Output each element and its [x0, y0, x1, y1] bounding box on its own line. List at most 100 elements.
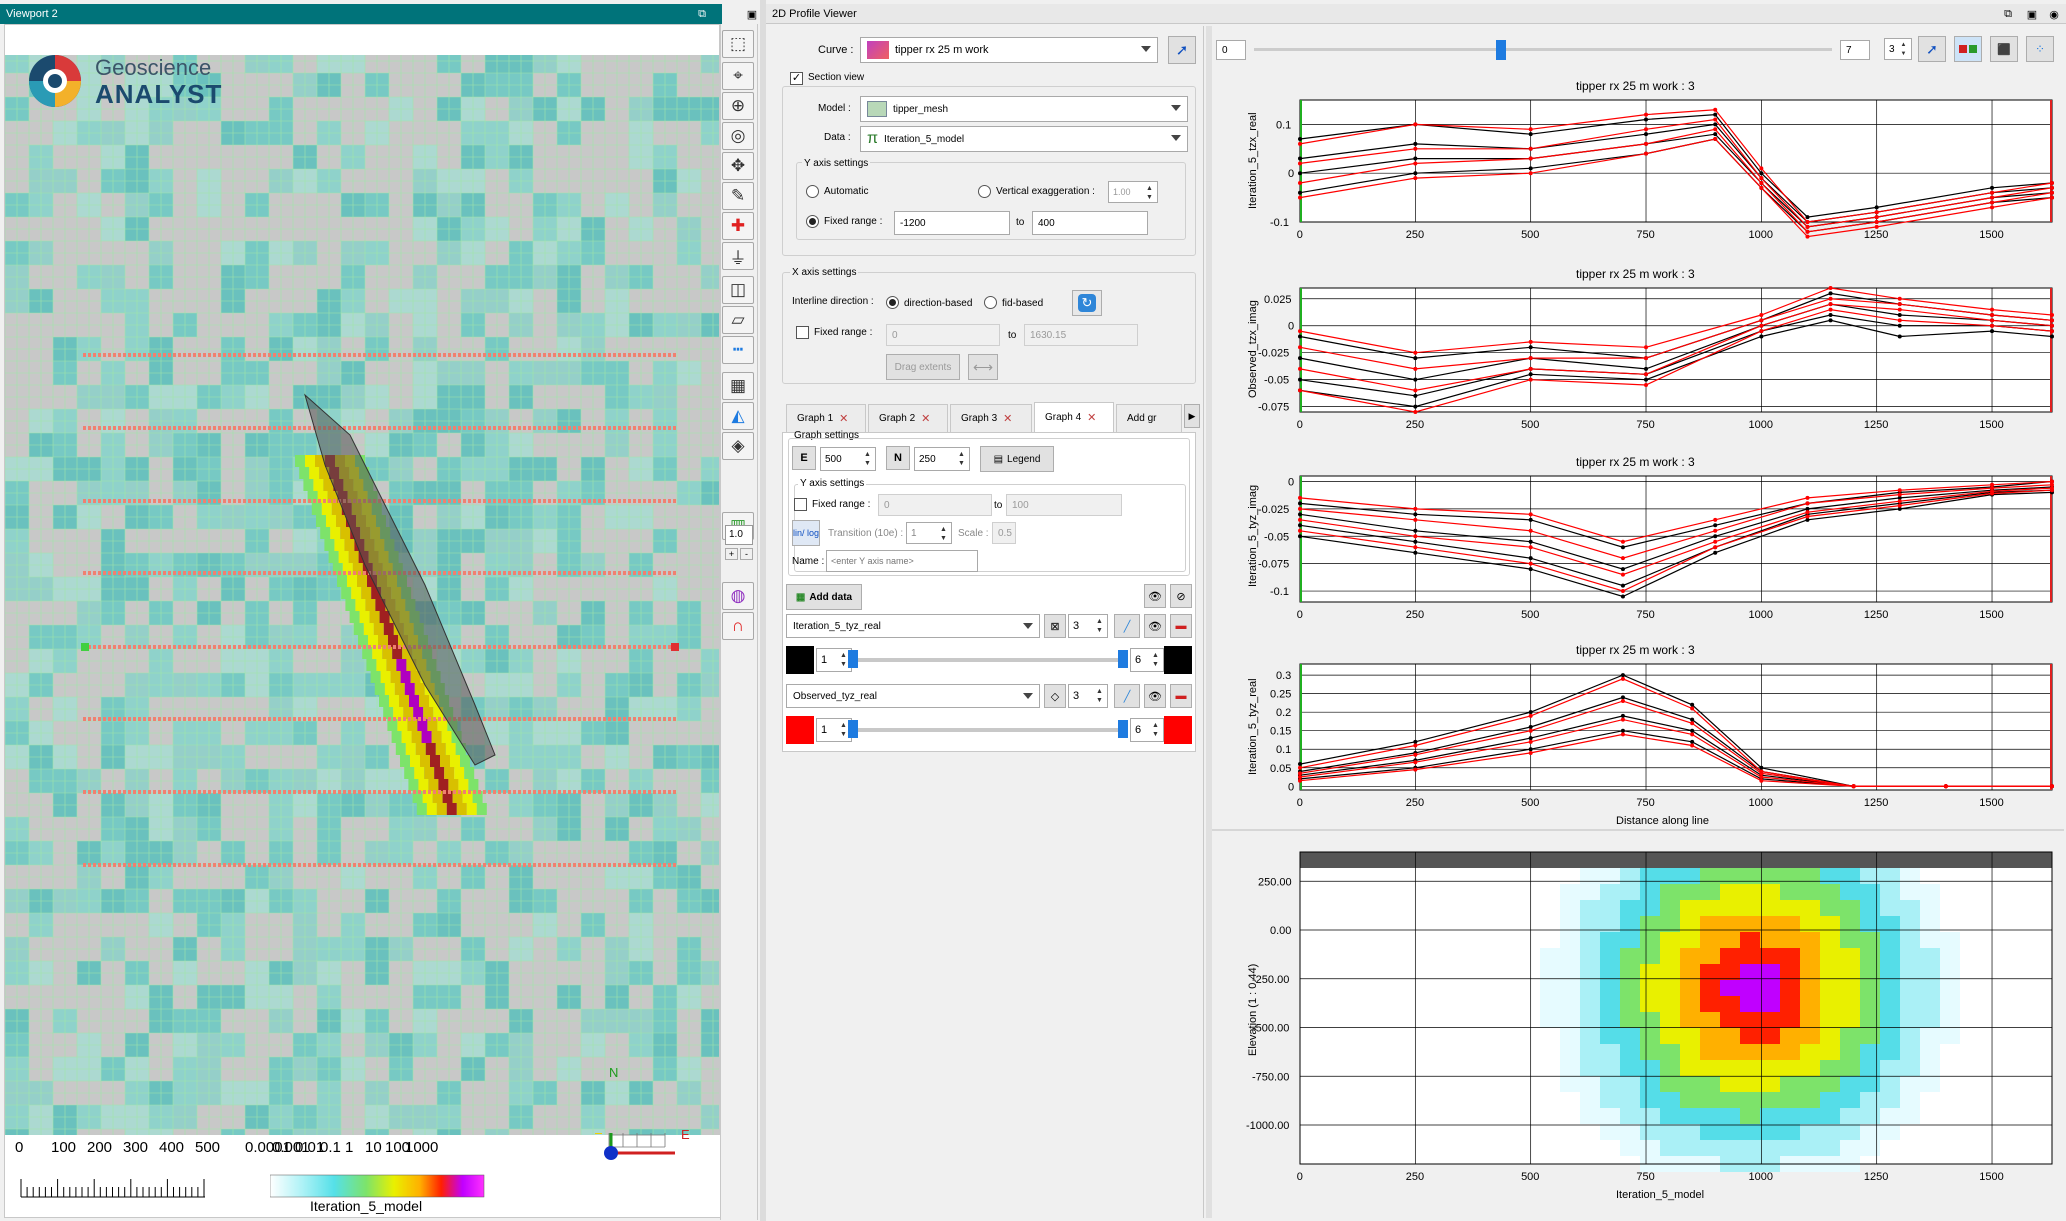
- pencil-button[interactable]: ✎: [722, 182, 754, 210]
- series2-max-color-swatch[interactable]: [1164, 716, 1192, 744]
- x-fixed-min[interactable]: 0: [886, 324, 1000, 346]
- tab-add-gr[interactable]: Add gr: [1116, 404, 1182, 432]
- map-viewport[interactable]: Geoscience ANALYST: [4, 24, 720, 1218]
- viewport-float-button[interactable]: ⧉: [694, 6, 710, 22]
- select-button[interactable]: ⬚: [722, 30, 754, 58]
- zoom-plus-button[interactable]: +: [725, 548, 738, 560]
- series2-select[interactable]: Observed_tyz_real: [786, 684, 1040, 708]
- line-start-marker[interactable]: [81, 643, 89, 651]
- series1-min-spin[interactable]: 1 ▲ ▼: [816, 648, 852, 672]
- curve-select[interactable]: tipper rx 25 m work: [860, 37, 1158, 63]
- series1-select[interactable]: Iteration_5_tyz_real: [786, 614, 1040, 638]
- profile-maximize-button[interactable]: ▣: [2024, 6, 2040, 22]
- series1-size-spin[interactable]: 3 ▲ ▼: [1068, 614, 1108, 638]
- map-canvas[interactable]: [5, 25, 720, 1218]
- tab-scroll-right-button[interactable]: ▶: [1184, 404, 1200, 428]
- series1-max-spin[interactable]: 6 ▲ ▼: [1130, 648, 1164, 672]
- fixed-range2-checkbox[interactable]: [794, 498, 807, 511]
- scatter-button[interactable]: ⁘: [2026, 36, 2054, 62]
- add-data-button[interactable]: ▦ Add data: [786, 584, 862, 610]
- x-fixed-max[interactable]: 1630.15: [1024, 324, 1138, 346]
- drag-extents-button[interactable]: Drag extents: [886, 354, 960, 380]
- fill-button[interactable]: ◈: [722, 432, 754, 460]
- y-axis-name-input[interactable]: [826, 550, 978, 572]
- zoom-minus-button[interactable]: -: [740, 548, 753, 560]
- series1-line-button[interactable]: ╱: [1114, 614, 1140, 638]
- n-spin[interactable]: 250 ▲ ▼: [914, 447, 970, 471]
- frame-slider-track[interactable]: [1254, 48, 1832, 51]
- series1-eye-icon[interactable]: 👁: [1144, 614, 1166, 638]
- tab-close-icon[interactable]: ✕: [921, 412, 930, 425]
- series2-slider-handle-min[interactable]: [848, 720, 858, 738]
- direction-based-radio[interactable]: [886, 296, 899, 309]
- chart-4[interactable]: tipper rx 25 m work : 3 0 250 500 750 1000 125…: [1247, 643, 2054, 827]
- spin-arrows-icon[interactable]: ▲ ▼: [938, 525, 949, 543]
- extents-arrows-button[interactable]: ⟷: [968, 354, 998, 380]
- tab-graph-2[interactable]: Graph 2 ✕: [868, 404, 948, 432]
- spin-arrows-icon[interactable]: ▲ ▼: [1144, 184, 1155, 202]
- line-end-marker[interactable]: [671, 643, 679, 651]
- spin-arrows-icon[interactable]: ▲ ▼: [1094, 687, 1105, 705]
- series2-max-spin[interactable]: 6 ▲ ▼: [1130, 718, 1164, 742]
- tab-close-icon[interactable]: ✕: [1003, 412, 1012, 425]
- snapshot-button[interactable]: ⬛: [1990, 36, 2018, 62]
- series2-slider-handle-max[interactable]: [1118, 720, 1128, 738]
- refresh-button[interactable]: ↻: [1072, 290, 1102, 316]
- magnet-button[interactable]: ∩: [722, 612, 754, 640]
- series2-marker-button[interactable]: ◇: [1044, 684, 1066, 708]
- n-button[interactable]: N: [886, 446, 910, 470]
- tab-close-icon[interactable]: ✕: [1087, 411, 1096, 424]
- series2-line-button[interactable]: ╱: [1114, 684, 1140, 708]
- lin-log-button[interactable]: lin/ log: [792, 520, 820, 546]
- spin-arrows-icon[interactable]: ▲ ▼: [862, 450, 873, 468]
- frame-max-field[interactable]: 7: [1840, 40, 1870, 60]
- tab-graph-4[interactable]: Graph 4 ✕: [1034, 402, 1114, 432]
- fixed-range2-max[interactable]: 100: [1006, 494, 1122, 516]
- spin-arrows-icon[interactable]: ▲ ▼: [1150, 651, 1161, 669]
- transition-spin[interactable]: 1 ▲ ▼: [906, 522, 952, 544]
- tab-close-icon[interactable]: ✕: [839, 412, 848, 425]
- series1-slider-handle-max[interactable]: [1118, 650, 1128, 668]
- chart-3[interactable]: tipper rx 25 m work : 3 0 250 500 750 1000 125…: [1247, 455, 2054, 621]
- tab-graph-1[interactable]: Graph 1 ✕: [786, 404, 866, 432]
- profile-float-button[interactable]: ⧉: [2000, 6, 2016, 22]
- series1-range-slider[interactable]: [856, 658, 1124, 662]
- fixed-range2-min[interactable]: 0: [878, 494, 992, 516]
- focus-button[interactable]: ◎: [722, 122, 754, 150]
- series-toggle-button[interactable]: [1954, 36, 1982, 62]
- series1-marker-button[interactable]: ⊠: [1044, 614, 1066, 638]
- series2-min-spin[interactable]: 1 ▲ ▼: [816, 718, 852, 742]
- spin-arrows-icon[interactable]: ▲ ▼: [1150, 721, 1161, 739]
- spin-arrows-icon[interactable]: ▲ ▼: [956, 450, 967, 468]
- section-button[interactable]: ▱: [722, 306, 754, 334]
- fixed-range-radio[interactable]: [806, 215, 819, 228]
- frame-slider-handle[interactable]: [1496, 40, 1506, 60]
- box-button[interactable]: ◫: [722, 276, 754, 304]
- spin-arrows-icon[interactable]: ▲ ▼: [1898, 41, 1909, 59]
- crosshair-button[interactable]: ✚: [722, 212, 754, 240]
- frame-min-field[interactable]: 0: [1216, 40, 1246, 60]
- profile-visibility-icon[interactable]: ◉: [2046, 6, 2062, 22]
- globe-button[interactable]: ◍: [722, 582, 754, 610]
- frame-spin[interactable]: 3 ▲ ▼: [1884, 38, 1912, 60]
- show-all-button[interactable]: 👁: [1144, 584, 1166, 608]
- curve-pick-button[interactable]: ➚: [1168, 36, 1196, 64]
- fid-based-radio[interactable]: [984, 296, 997, 309]
- model-select[interactable]: tipper_mesh: [860, 96, 1188, 122]
- chart-1[interactable]: tipper rx 25 m work : 3 0 250 500 750 1000 125…: [1247, 79, 2054, 241]
- automatic-radio[interactable]: [806, 185, 819, 198]
- data-select[interactable]: π Iteration_5_model: [860, 126, 1188, 152]
- e-spin[interactable]: 500 ▲ ▼: [820, 447, 876, 471]
- fixed-range-min[interactable]: -1200: [894, 211, 1010, 235]
- series1-color-swatch[interactable]: [786, 646, 814, 674]
- zoom-field[interactable]: 1.0: [725, 525, 753, 545]
- grid-button[interactable]: ▦: [722, 372, 754, 400]
- x-fixed-range-checkbox[interactable]: [796, 326, 809, 339]
- hide-all-button[interactable]: ⊘: [1170, 584, 1192, 608]
- section-view-checkbox[interactable]: ✓: [790, 72, 803, 85]
- spin-arrows-icon[interactable]: ▲ ▼: [1094, 617, 1105, 635]
- center-button[interactable]: ⊕: [722, 92, 754, 120]
- e-button[interactable]: E: [792, 446, 816, 470]
- panel-splitter[interactable]: [760, 0, 766, 1221]
- chart-2[interactable]: tipper rx 25 m work : 3 0 250 500 750 1000 125…: [1247, 267, 2054, 431]
